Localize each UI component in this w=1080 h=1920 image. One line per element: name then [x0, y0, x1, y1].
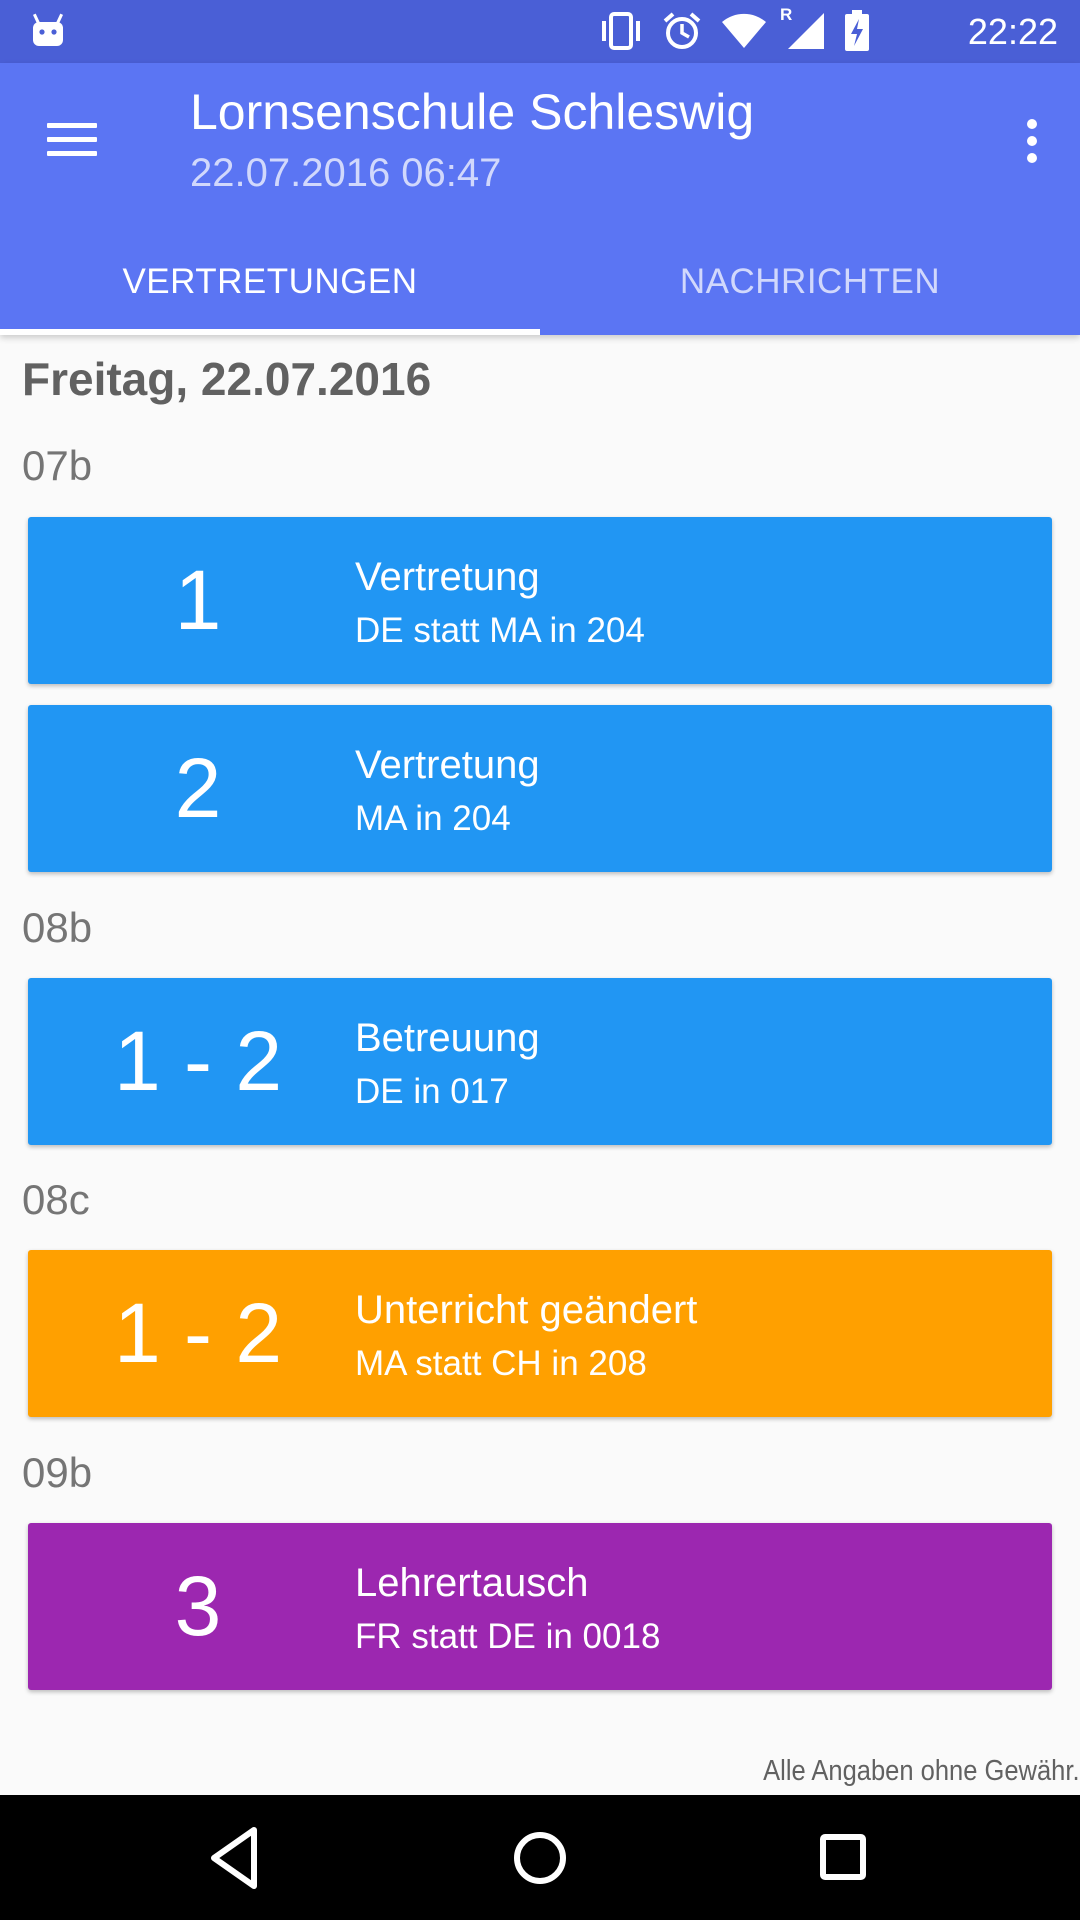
substitution-card[interactable]: 2 Vertretung MA in 204 — [28, 705, 1052, 872]
page-subtitle: 22.07.2016 06:47 — [190, 151, 502, 195]
back-icon[interactable] — [196, 1820, 276, 1896]
date-heading: Freitag, 22.07.2016 — [22, 353, 432, 405]
lesson-number: 1 - 2 — [113, 1286, 283, 1380]
substitution-card[interactable]: 1 - 2 Unterricht geändert MA statt CH in… — [28, 1250, 1052, 1417]
lesson-number: 1 - 2 — [113, 1014, 283, 1108]
substitution-type: Vertretung — [355, 555, 540, 599]
substitution-detail: DE in 017 — [355, 1072, 509, 1111]
disclaimer-note: Alle Angaben ohne Gewähr. — [763, 1755, 1080, 1787]
status-bar: R 22:22 — [0, 0, 1080, 63]
wifi-icon — [722, 13, 766, 48]
tab-vertretungen[interactable]: VERTRETUNGEN — [0, 228, 540, 335]
lesson-number: 3 — [174, 1559, 222, 1653]
tab-indicator — [0, 329, 540, 335]
alarm-icon — [663, 12, 701, 49]
substitution-type: Vertretung — [355, 743, 540, 787]
roaming-indicator: R — [780, 5, 793, 24]
substitution-detail: DE statt MA in 204 — [355, 611, 645, 650]
class-label: 08c — [22, 1176, 90, 1223]
tab-nachrichten[interactable]: NACHRICHTEN — [540, 228, 1080, 335]
lesson-number: 2 — [174, 741, 222, 835]
substitution-card[interactable]: 1 - 2 Betreuung DE in 017 — [28, 978, 1052, 1145]
substitution-detail: MA statt CH in 208 — [355, 1344, 647, 1383]
recents-icon[interactable] — [804, 1820, 884, 1896]
page-title: Lornsenschule Schleswig — [190, 84, 755, 140]
substitution-type: Betreuung — [355, 1016, 540, 1060]
more-vert-icon[interactable] — [1022, 113, 1042, 169]
class-label: 09b — [22, 1449, 93, 1496]
status-clock: 22:22 — [967, 11, 1058, 52]
app-bar: Lornsenschule Schleswig 22.07.2016 06:47… — [0, 63, 1080, 335]
substitution-type: Lehrertausch — [355, 1561, 589, 1605]
status-icons: R — [598, 5, 870, 52]
substitution-type: Unterricht geändert — [355, 1288, 698, 1332]
signal-icon: R — [780, 5, 826, 51]
substitution-card[interactable]: 3 Lehrertausch FR statt DE in 0018 — [28, 1523, 1052, 1690]
substitution-detail: FR statt DE in 0018 — [355, 1617, 661, 1656]
class-label: 08b — [22, 904, 93, 951]
substitution-card[interactable]: 1 Vertretung DE statt MA in 204 — [28, 517, 1052, 684]
lesson-number: 1 — [174, 553, 222, 647]
hamburger-menu-icon[interactable] — [45, 113, 101, 169]
android-icon — [32, 13, 64, 46]
vibrate-icon — [602, 12, 640, 50]
class-label: 07b — [22, 442, 93, 489]
home-icon[interactable] — [500, 1820, 580, 1896]
system-nav-bar — [0, 1795, 1080, 1920]
substitution-detail: MA in 204 — [355, 799, 511, 838]
battery-charging-icon — [845, 10, 869, 51]
